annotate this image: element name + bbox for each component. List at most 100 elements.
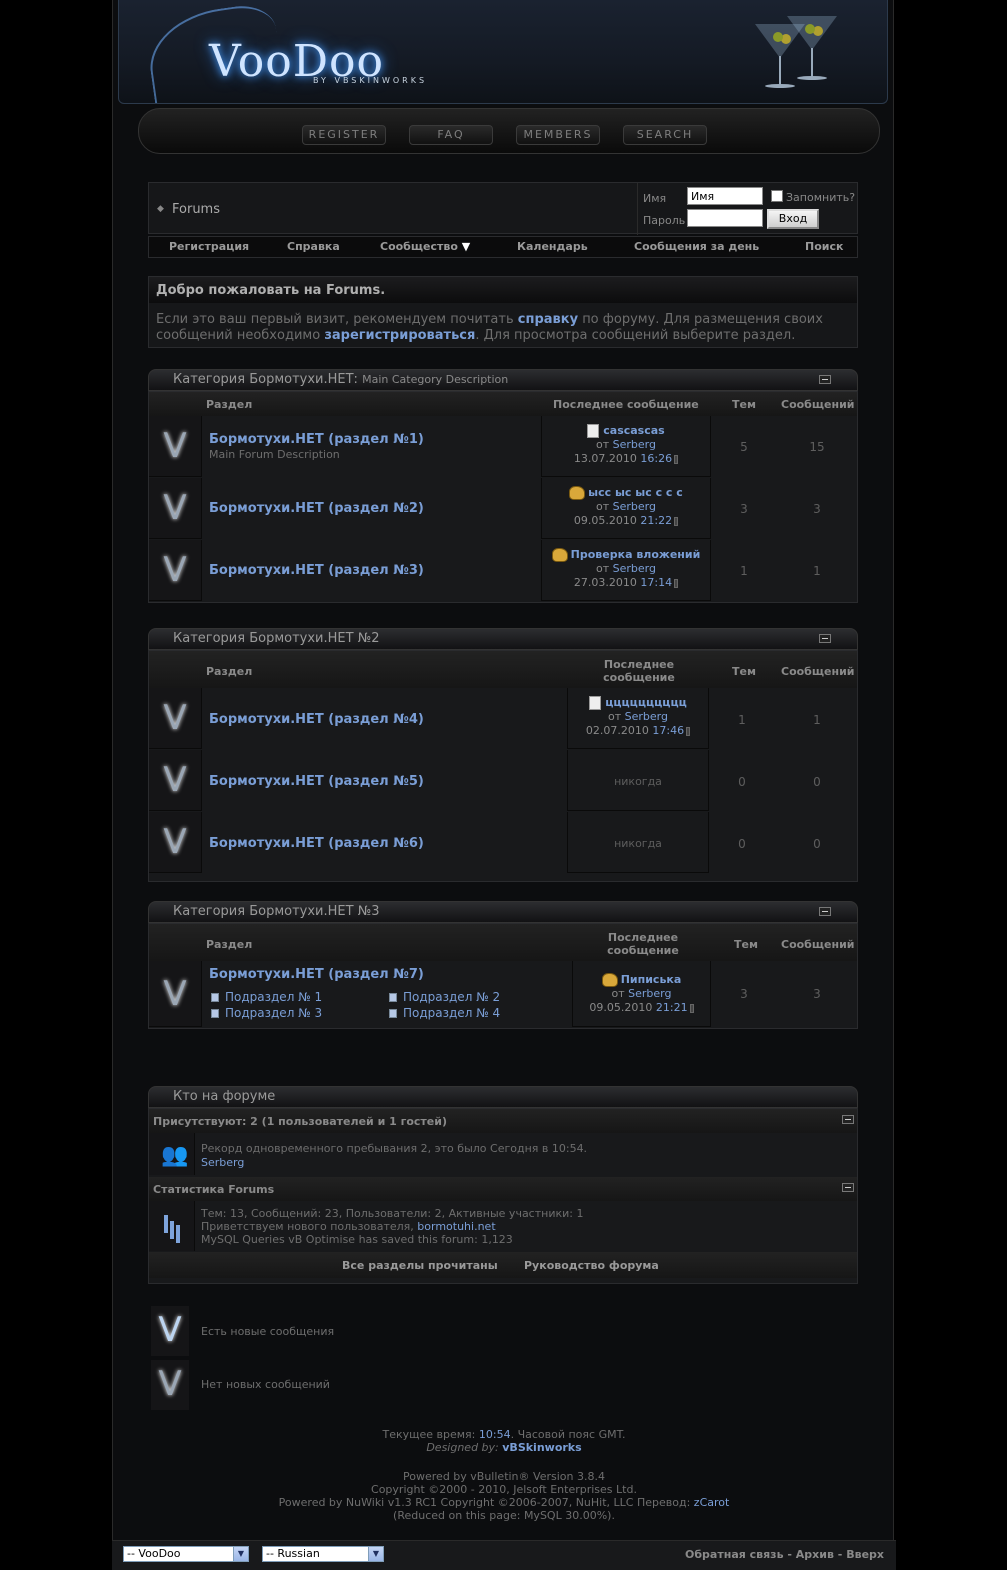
goto-last-post-icon[interactable] bbox=[674, 516, 679, 526]
category-title[interactable]: Категория Бормотухи.НЕТ: bbox=[173, 372, 358, 387]
col-forum: Раздел bbox=[206, 665, 253, 678]
time-value: 10:54 bbox=[478, 1428, 511, 1441]
faq-link[interactable]: справку bbox=[518, 312, 578, 327]
online-user[interactable]: Serberg bbox=[201, 1156, 244, 1169]
breadcrumb[interactable]: Forums bbox=[172, 202, 220, 217]
password-input[interactable] bbox=[687, 209, 763, 227]
forum-title[interactable]: Бормотухи.НЕТ (раздел №2) bbox=[209, 501, 424, 516]
nav-community[interactable]: Сообщество ▼ bbox=[380, 240, 470, 253]
designer-link[interactable]: vBSkinworks bbox=[502, 1441, 581, 1454]
users-icon: 👥 bbox=[161, 1143, 189, 1168]
stats-title[interactable]: Статистика Forums bbox=[149, 1177, 857, 1201]
members-button[interactable]: MEMBERS bbox=[516, 125, 600, 145]
collapse-icon[interactable] bbox=[819, 907, 831, 916]
last-post-title[interactable]: цццццццццц bbox=[605, 696, 687, 709]
category-description: Main Category Description bbox=[362, 373, 509, 386]
goto-last-post-icon[interactable] bbox=[674, 578, 679, 588]
register-link[interactable]: зарегистрироваться bbox=[324, 328, 475, 343]
forum-title[interactable]: Бормотухи.НЕТ (раздел №6) bbox=[209, 836, 424, 851]
goto-last-post-icon[interactable] bbox=[674, 454, 679, 464]
last-post-title[interactable]: cascascas bbox=[603, 424, 664, 437]
collapse-icon[interactable] bbox=[819, 375, 831, 384]
time-prefix: Текущее время: bbox=[382, 1428, 476, 1441]
forum-guidelines-link[interactable]: Руководство форума bbox=[524, 1259, 659, 1272]
users-icon-cell: 👥 bbox=[149, 1133, 195, 1175]
faq-button[interactable]: FAQ bbox=[409, 125, 493, 145]
chevron-down-icon: ▼ bbox=[233, 1547, 248, 1561]
last-post-by: от bbox=[611, 987, 625, 1000]
register-button[interactable]: REGISTER bbox=[302, 125, 386, 145]
thread-count: 0 bbox=[738, 775, 746, 789]
archive-link[interactable]: Архив bbox=[796, 1548, 834, 1561]
last-post-user[interactable]: Serberg bbox=[625, 710, 668, 723]
last-post-date: 02.07.2010 bbox=[585, 724, 649, 737]
category-title[interactable]: Категория Бормотухи.НЕТ №2 bbox=[173, 631, 379, 646]
document-icon bbox=[587, 424, 600, 438]
subforum-link[interactable]: Подраздел № 4 bbox=[389, 1006, 500, 1020]
last-post: цццццццццц от Serberg 02.07.2010 17:46 bbox=[568, 696, 708, 738]
last-post-time: 16:26 bbox=[640, 452, 673, 465]
last-post: cascascas от Serberg 13.07.2010 16:26 bbox=[542, 424, 710, 466]
last-post-title[interactable]: ысс ыс ыс с с с bbox=[588, 486, 683, 499]
last-post: Пиписька от Serberg 09.05.2010 21:21 bbox=[573, 973, 710, 1015]
newest-user[interactable]: bormotuhi.net bbox=[417, 1220, 495, 1233]
last-post-user[interactable]: Serberg bbox=[613, 500, 656, 513]
subforum-link[interactable]: Подраздел № 3 bbox=[211, 1006, 322, 1020]
subforum-link[interactable]: Подраздел № 2 bbox=[389, 990, 500, 1004]
last-post-time: 21:22 bbox=[640, 514, 673, 527]
last-post-title[interactable]: Пиписька bbox=[621, 973, 682, 986]
mark-all-read-link[interactable]: Все разделы прочитаны bbox=[342, 1259, 498, 1272]
last-post-title[interactable]: Проверка вложений bbox=[571, 548, 701, 561]
last-post-user[interactable]: Serberg bbox=[613, 438, 656, 451]
language-select[interactable]: -- Russian ▼ bbox=[262, 1546, 384, 1562]
whos-online-header: Кто на форуме bbox=[148, 1086, 858, 1108]
contact-link[interactable]: Обратная связь bbox=[685, 1548, 784, 1561]
collapse-icon[interactable] bbox=[842, 1115, 854, 1124]
top-link[interactable]: Вверх bbox=[846, 1548, 884, 1561]
forum-title[interactable]: Бормотухи.НЕТ (раздел №5) bbox=[209, 774, 424, 789]
nav-faq[interactable]: Справка bbox=[287, 240, 340, 253]
nav-register[interactable]: Регистрация bbox=[169, 240, 249, 253]
col-last-post-line1: Последнее bbox=[607, 931, 679, 944]
welcome-text-2: по форуму. Для размещения своих bbox=[582, 312, 823, 327]
subforum-link[interactable]: Подраздел № 1 bbox=[211, 990, 322, 1004]
subforum-icon bbox=[211, 993, 219, 1002]
goto-last-post-icon[interactable] bbox=[686, 726, 691, 736]
login-button[interactable]: Вход bbox=[767, 209, 819, 229]
username-input[interactable] bbox=[687, 187, 763, 205]
forum-title[interactable]: Бормотухи.НЕТ (раздел №3) bbox=[209, 563, 424, 578]
newest-prefix: Приветствуем нового пользователя, bbox=[201, 1220, 414, 1233]
forum-title[interactable]: Бормотухи.НЕТ (раздел №7) bbox=[209, 967, 424, 982]
online-footer bbox=[149, 1252, 857, 1278]
forum-title[interactable]: Бормотухи.НЕТ (раздел №1) bbox=[209, 432, 424, 447]
bottom-links: Обратная связь - Архив - Вверх bbox=[685, 1548, 884, 1561]
goto-last-post-icon[interactable] bbox=[689, 1003, 694, 1013]
last-post-user[interactable]: Serberg bbox=[613, 562, 656, 575]
col-threads: Тем bbox=[732, 398, 756, 411]
collapse-icon[interactable] bbox=[819, 634, 831, 643]
search-button[interactable]: SEARCH bbox=[623, 125, 707, 145]
powered-by: Powered by vBulletin® Version 3.8.4 bbox=[403, 1470, 605, 1483]
online-present[interactable]: Присутствуют: 2 (1 пользователей и 1 гос… bbox=[149, 1109, 857, 1133]
last-post-date: 13.07.2010 bbox=[573, 452, 637, 465]
time-suffix: . Часовой пояс GMT. bbox=[510, 1428, 626, 1441]
collapse-icon[interactable] bbox=[842, 1183, 854, 1192]
style-select[interactable]: -- VooDoo ▼ bbox=[123, 1546, 249, 1562]
col-posts: Сообщений bbox=[781, 398, 855, 411]
remember-checkbox[interactable] bbox=[771, 190, 783, 202]
category-header: Категория Бормотухи.НЕТ №3 bbox=[148, 901, 858, 923]
password-label: Пароль bbox=[643, 214, 686, 227]
nav-search[interactable]: Поиск bbox=[805, 240, 843, 253]
last-post-date: 09.05.2010 bbox=[573, 514, 637, 527]
translator-link[interactable]: zCarot bbox=[694, 1496, 730, 1509]
legend-icon-new: V bbox=[151, 1306, 189, 1356]
nav-calendar[interactable]: Календарь bbox=[517, 240, 588, 253]
forum-status-icon: V bbox=[163, 488, 187, 528]
forum-title[interactable]: Бормотухи.НЕТ (раздел №4) bbox=[209, 712, 424, 727]
document-icon bbox=[589, 696, 602, 710]
category-title[interactable]: Категория Бормотухи.НЕТ №3 bbox=[173, 904, 379, 919]
last-post: ысс ыс ыс с с с от Serberg 09.05.2010 21… bbox=[542, 486, 710, 528]
thread-count: 3 bbox=[740, 502, 748, 516]
nav-new-posts[interactable]: Сообщения за день bbox=[634, 240, 759, 253]
last-post-user[interactable]: Serberg bbox=[628, 987, 671, 1000]
